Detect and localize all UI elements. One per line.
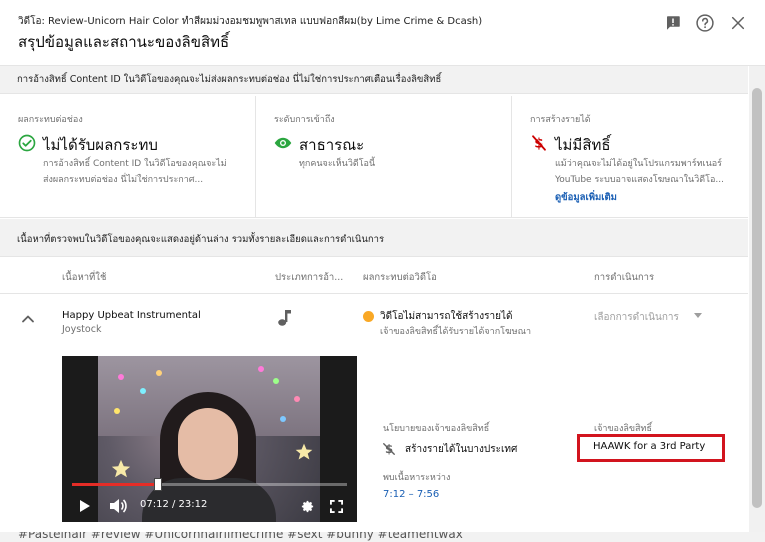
video-time: 07:12 / 23:12 (140, 499, 208, 510)
volume-icon[interactable] (108, 497, 128, 515)
chevron-up-icon[interactable] (18, 309, 38, 329)
video-frame (98, 356, 320, 522)
content-artist: Joystock (62, 324, 102, 335)
hashtags-text: #Pastelhair #review #Unicornhairlimecrim… (18, 532, 463, 541)
scrubber-handle[interactable] (154, 478, 162, 491)
no-money-icon: $ (530, 134, 548, 152)
copyright-owner-label: เจ้าของลิขสิทธิ์ (594, 424, 652, 434)
check-circle-icon (18, 134, 36, 152)
owner-policy-value: สร้างรายได้ในบางประเทศ (405, 444, 518, 455)
content-id-notice: การอ้างสิทธิ์ Content ID ในวิดีโอของคุณจ… (0, 66, 748, 94)
scrollbar-thumb[interactable] (752, 88, 762, 508)
card-description: แม้ว่าคุณจะไม่ได้อยู่ในโปรแกรมพาร์ทเนอร์… (555, 159, 724, 185)
feedback-icon[interactable] (663, 13, 683, 33)
table-row: Happy Upbeat Instrumental Joystock วิดีโ… (0, 295, 748, 542)
found-during-label: พบเนื้อหาระหว่าง (383, 473, 451, 483)
card-description: ทุกคนจะเห็นวิดีโอนี้ (299, 159, 376, 169)
star-decoration-icon (111, 459, 131, 478)
card-label: การสร้างรายได้ (530, 115, 591, 125)
dialog-title: สรุปข้อมูลและสถานะของลิขสิทธิ์ (18, 33, 230, 51)
settings-gear-icon[interactable] (298, 497, 316, 515)
status-cards: ผลกระทบต่อช่อง ไม่ได้รับผลกระทบ การอ้างส… (0, 96, 748, 218)
fullscreen-icon[interactable] (328, 497, 344, 515)
money-partial-icon: $ (382, 441, 396, 456)
video-player[interactable]: 07:12 / 23:12 (62, 356, 357, 522)
monetization-card: การสร้างรายได้ $ ไม่มีสิทธิ์ แม้ว่าคุณจะ… (511, 96, 748, 218)
impact-main-text: วิดีโอไม่สามารถใช้สร้างรายได้ (380, 311, 513, 322)
content-title: Happy Upbeat Instrumental (62, 310, 201, 321)
select-action-dropdown[interactable]: เลือกการดำเนินการ (594, 310, 679, 325)
header-video-impact[interactable]: ผลกระทบต่อวิดีโอ (363, 270, 437, 285)
visibility-card: ระดับการเข้าถึง สาธารณะ ทุกคนจะเห็นวิดีโ… (255, 96, 511, 218)
header-content-used[interactable]: เนื้อหาที่ใช้ (62, 270, 106, 285)
card-value: ไม่มีสิทธิ์ (555, 136, 611, 154)
card-value: สาธารณะ (299, 136, 365, 154)
eye-icon (274, 134, 292, 152)
card-label: ผลกระทบต่อช่อง (18, 115, 83, 125)
owner-policy-label: นโยบายของเจ้าของลิขสิทธิ์ (383, 424, 490, 434)
section-text: เนื้อหาที่ตรวจพบในวิดีโอของคุณจะแสดงอยู่… (17, 234, 385, 245)
card-label: ระดับการเข้าถึง (274, 115, 335, 125)
dropdown-arrow-icon[interactable] (694, 313, 702, 318)
star-decoration-icon (295, 443, 313, 460)
found-range-link[interactable]: 7:12 – 7:56 (383, 489, 439, 500)
help-icon[interactable] (695, 13, 715, 33)
close-icon[interactable] (728, 13, 748, 33)
table-header: เนื้อหาที่ใช้ ประเภทการอ้า... ผลกระทบต่อ… (0, 258, 748, 294)
background-hashtags: #Pastelhair #review #Unicornhairlimecrim… (0, 532, 765, 542)
dialog-header: วิดีโอ: Review-Unicorn Hair Color ทำสีผม… (0, 0, 765, 66)
card-value: ไม่ได้รับผลกระทบ (43, 136, 158, 154)
video-subtitle: วิดีโอ: Review-Unicorn Hair Color ทำสีผม… (18, 16, 483, 27)
copyright-owner-value: HAAWK for a 3rd Party (593, 441, 706, 452)
dialog-body[interactable]: การอ้างสิทธิ์ Content ID ในวิดีโอของคุณจ… (0, 66, 748, 542)
detected-content-heading: เนื้อหาที่ตรวจพบในวิดีโอของคุณจะแสดงอยู่… (0, 219, 748, 257)
card-description: การอ้างสิทธิ์ Content ID ในวิดีโอของคุณจ… (43, 159, 227, 185)
status-dot-icon (363, 311, 374, 322)
header-actions[interactable]: การดำเนินการ (594, 270, 654, 285)
header-claim-type[interactable]: ประเภทการอ้า... (275, 270, 343, 285)
channel-impact-card: ผลกระทบต่อช่อง ไม่ได้รับผลกระทบ การอ้างส… (0, 96, 255, 218)
impact-sub-text: เจ้าของลิขสิทธิ์ได้รับรายได้จากโฆษณา (380, 327, 532, 337)
notice-text: การอ้างสิทธิ์ Content ID ในวิดีโอของคุณจ… (17, 74, 442, 85)
copyright-dialog: วิดีโอ: Review-Unicorn Hair Color ทำสีผม… (0, 0, 765, 542)
learn-more-link[interactable]: ดูข้อมูลเพิ่มเติม (555, 190, 617, 205)
scrollbar[interactable] (749, 66, 765, 542)
play-icon[interactable] (76, 497, 94, 515)
music-note-icon (276, 309, 292, 327)
progress-fill (72, 483, 158, 486)
